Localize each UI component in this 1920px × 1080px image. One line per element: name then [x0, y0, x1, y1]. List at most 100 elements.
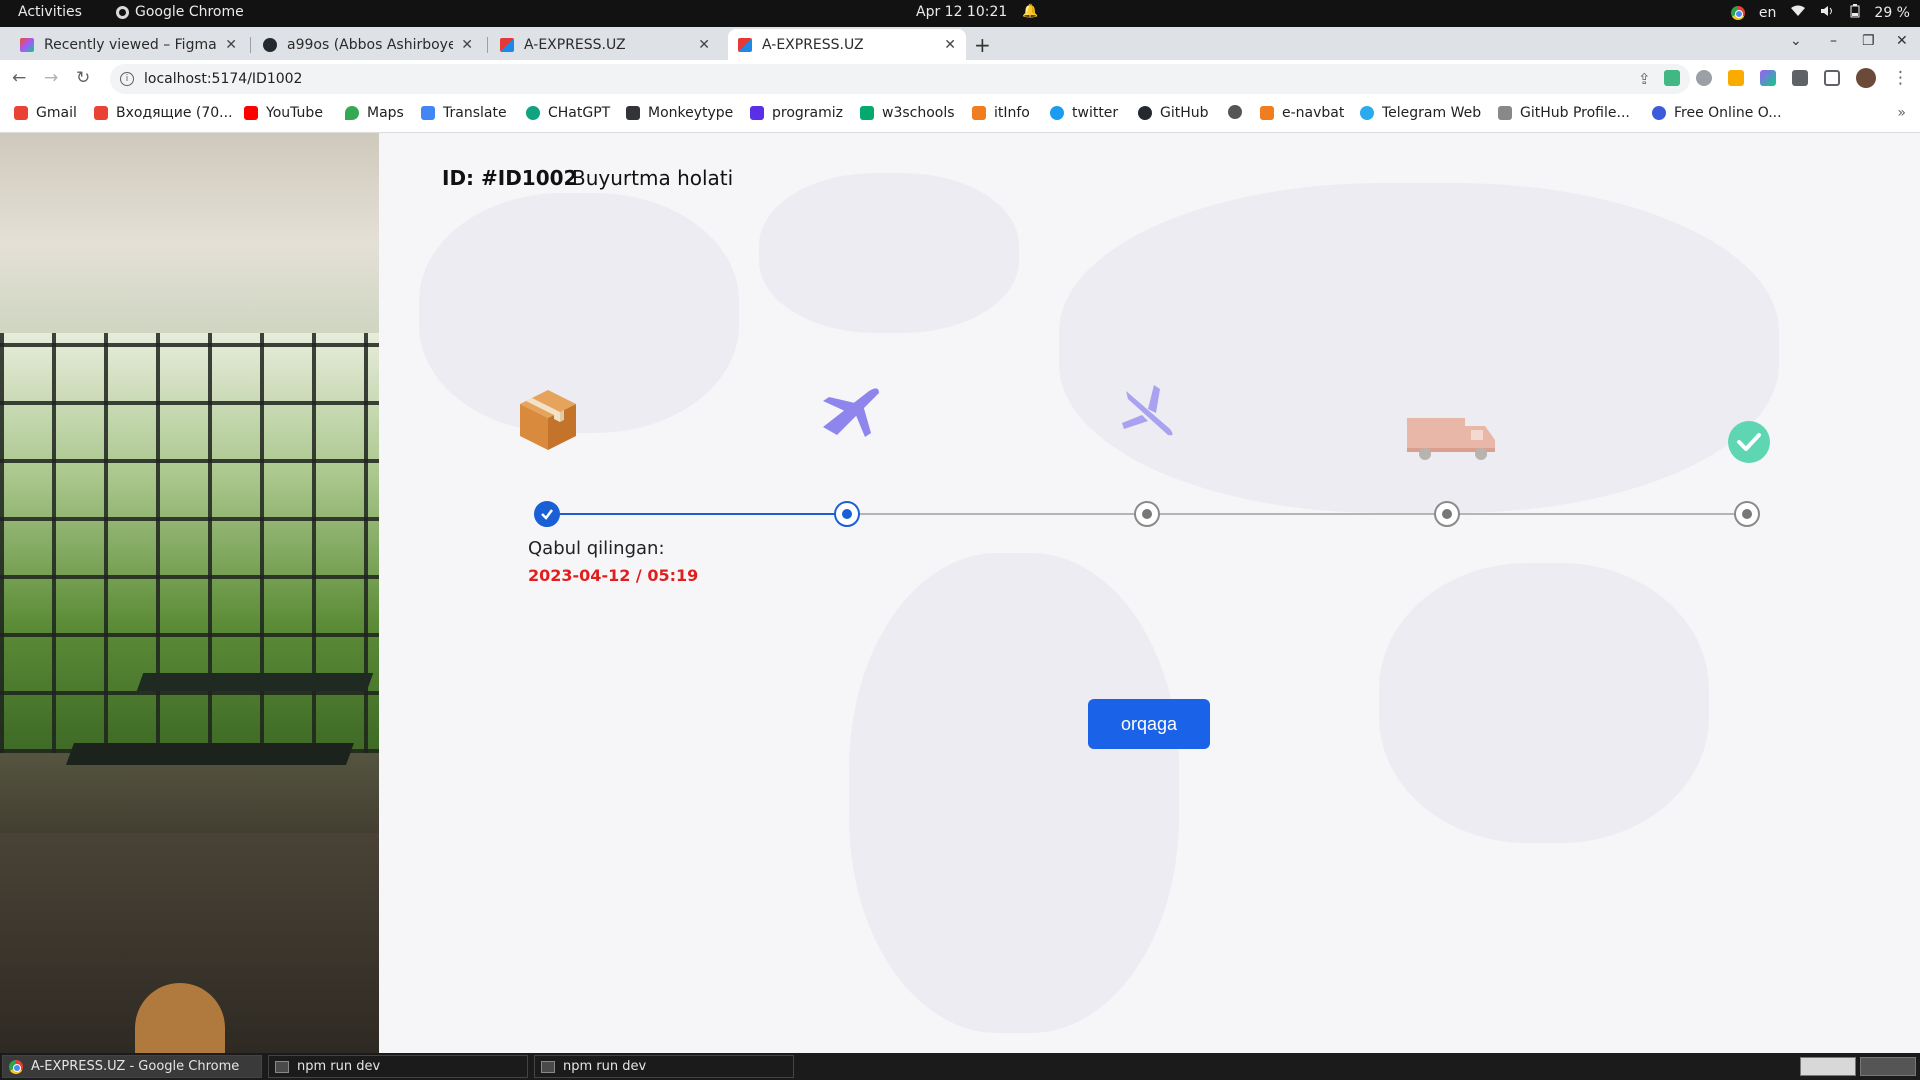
side-panel-icon[interactable] [1824, 70, 1840, 86]
programiz-icon [750, 106, 764, 120]
delivery-truck-icon [1405, 416, 1497, 466]
tab-title: a99os (Abbos Ashirboyev) [287, 36, 454, 53]
close-tab-icon[interactable]: ✕ [698, 37, 710, 53]
bookmark-globe[interactable] [1228, 105, 1250, 119]
map-background [759, 173, 1019, 333]
progress-line-complete [550, 513, 850, 515]
bookmark-gmail[interactable]: Gmail [14, 105, 77, 121]
forward-arrow-icon[interactable]: → [44, 68, 58, 88]
bookmark-twitter[interactable]: twitter [1050, 105, 1118, 121]
system-tray[interactable]: en 29 % [1730, 4, 1910, 22]
address-bar[interactable]: i localhost:5174/ID1002 ⇪ ☆ [110, 64, 1690, 94]
maps-icon [345, 106, 359, 120]
bookmarks-bar: Gmail Входящие (70... YouTube Maps Trans… [0, 98, 1920, 133]
more-bookmarks-icon[interactable]: » [1897, 105, 1906, 121]
activities-button[interactable]: Activities [18, 4, 82, 20]
taskbar-label: A-EXPRESS.UZ - Google Chrome [31, 1059, 240, 1074]
close-window-icon[interactable]: ✕ [1896, 33, 1908, 49]
tab-search-icon[interactable]: ⌄ [1790, 33, 1802, 49]
clock[interactable]: Apr 12 10:21 [916, 4, 1007, 20]
a-express-icon [500, 37, 514, 52]
workspace-2[interactable] [1860, 1057, 1916, 1076]
tab-figma[interactable]: Recently viewed – Figma ✕ [10, 29, 247, 60]
puzzle-extensions-icon[interactable] [1792, 70, 1808, 86]
pen-extension-icon[interactable] [1760, 70, 1776, 86]
bookmark-w3schools[interactable]: w3schools [860, 105, 955, 121]
extension-icon[interactable] [1728, 70, 1744, 86]
tab-github[interactable]: a99os (Abbos Ashirboyev) ✕ [253, 29, 483, 60]
step-node-delivering[interactable] [1434, 501, 1460, 527]
page-viewport: ID: #ID1002 Buyurtma holati Qabul qiling… [0, 133, 1920, 1053]
bookmark-monkeytype[interactable]: Monkeytype [626, 105, 733, 121]
bookmark-maps[interactable]: Maps [345, 105, 404, 121]
order-id: ID: #ID1002 [442, 166, 578, 190]
vue-devtools-icon[interactable] [1664, 70, 1680, 86]
close-tab-icon[interactable]: ✕ [461, 37, 473, 53]
taskbar-terminal-2[interactable]: npm run dev [534, 1055, 794, 1078]
tab-a-express-active[interactable]: A-EXPRESS.UZ ✕ [728, 29, 966, 60]
translate-extension-icon[interactable] [1696, 70, 1712, 86]
back-arrow-icon[interactable]: ← [12, 68, 26, 88]
bookmark-github[interactable]: GitHub [1138, 105, 1209, 121]
figma-icon [20, 37, 34, 52]
taskbar-terminal-1[interactable]: npm run dev [268, 1055, 528, 1078]
bookmark-telegram[interactable]: Telegram Web [1360, 105, 1481, 121]
close-tab-icon[interactable]: ✕ [944, 37, 956, 53]
terminal-icon [541, 1060, 555, 1073]
map-background [419, 193, 739, 433]
monkeytype-icon [626, 106, 640, 120]
airplane-landing-icon [1120, 383, 1178, 445]
tab-title: A-EXPRESS.UZ [762, 36, 864, 53]
close-tab-icon[interactable]: ✕ [225, 37, 237, 53]
status-label: Qabul qilingan: [528, 538, 665, 559]
url-text[interactable]: localhost:5174/ID1002 [144, 71, 302, 87]
taskbar-chrome[interactable]: A-EXPRESS.UZ - Google Chrome [2, 1055, 262, 1078]
chatgpt-icon [526, 106, 540, 120]
itinfo-icon [972, 106, 986, 120]
profile-avatar[interactable] [1856, 68, 1876, 88]
tab-strip: Recently viewed – Figma ✕ a99os (Abbos A… [0, 27, 1920, 60]
app-name: Google Chrome [135, 4, 244, 20]
bookmark-free-online[interactable]: Free Online O... [1652, 105, 1782, 121]
reload-icon[interactable]: ↻ [76, 68, 90, 88]
page-title: Buyurtma holati [572, 166, 734, 190]
order-status-panel: ID: #ID1002 Buyurtma holati Qabul qiling… [379, 133, 1920, 1053]
map-background [1379, 563, 1709, 843]
new-tab-button[interactable]: + [974, 33, 991, 57]
bookmark-inbox[interactable]: Входящие (70... [94, 105, 233, 121]
check-circle-icon [1727, 420, 1771, 468]
notification-bell-icon[interactable]: 🔔 [1022, 4, 1038, 19]
step-node-departed[interactable] [834, 501, 860, 527]
taskbar-label: npm run dev [563, 1059, 647, 1074]
chrome-tray-icon[interactable] [1730, 6, 1745, 20]
battery-percent: 29 % [1874, 5, 1910, 21]
step-node-arrived[interactable] [1134, 501, 1160, 527]
progress-line-pending [850, 513, 1750, 515]
chrome-icon [9, 1059, 23, 1074]
twitter-icon [1050, 106, 1064, 120]
site-info-icon[interactable]: i [120, 72, 134, 86]
bookmark-github-profile[interactable]: GitHub Profile... [1498, 105, 1630, 121]
bookmark-chatgpt[interactable]: CHatGPT [526, 105, 610, 121]
share-icon[interactable]: ⇪ [1638, 70, 1651, 88]
minimize-icon[interactable]: – [1830, 33, 1837, 49]
a-express-icon [738, 37, 752, 52]
bookmark-itinfo[interactable]: itInfo [972, 105, 1030, 121]
bookmark-programiz[interactable]: programiz [750, 105, 843, 121]
step-node-accepted[interactable] [534, 501, 560, 527]
tab-title: Recently viewed – Figma [44, 36, 217, 53]
terminal-icon [275, 1060, 289, 1073]
restore-icon[interactable]: ❐ [1862, 33, 1875, 49]
back-button[interactable]: orqaga [1088, 699, 1210, 749]
bookmark-e-navbat[interactable]: e-navbat [1260, 105, 1344, 121]
bookmark-translate[interactable]: Translate [421, 105, 507, 121]
keyboard-language[interactable]: en [1759, 5, 1777, 21]
tab-a-express[interactable]: A-EXPRESS.UZ ✕ [490, 29, 720, 60]
bookmark-youtube[interactable]: YouTube [244, 105, 323, 121]
chrome-menu-icon[interactable]: ⋮ [1892, 68, 1909, 88]
app-menu[interactable]: Google Chrome [116, 4, 244, 20]
github-profile-icon [1498, 106, 1512, 120]
workspace-1[interactable] [1800, 1057, 1856, 1076]
step-node-delivered[interactable] [1734, 501, 1760, 527]
package-icon [518, 388, 578, 456]
